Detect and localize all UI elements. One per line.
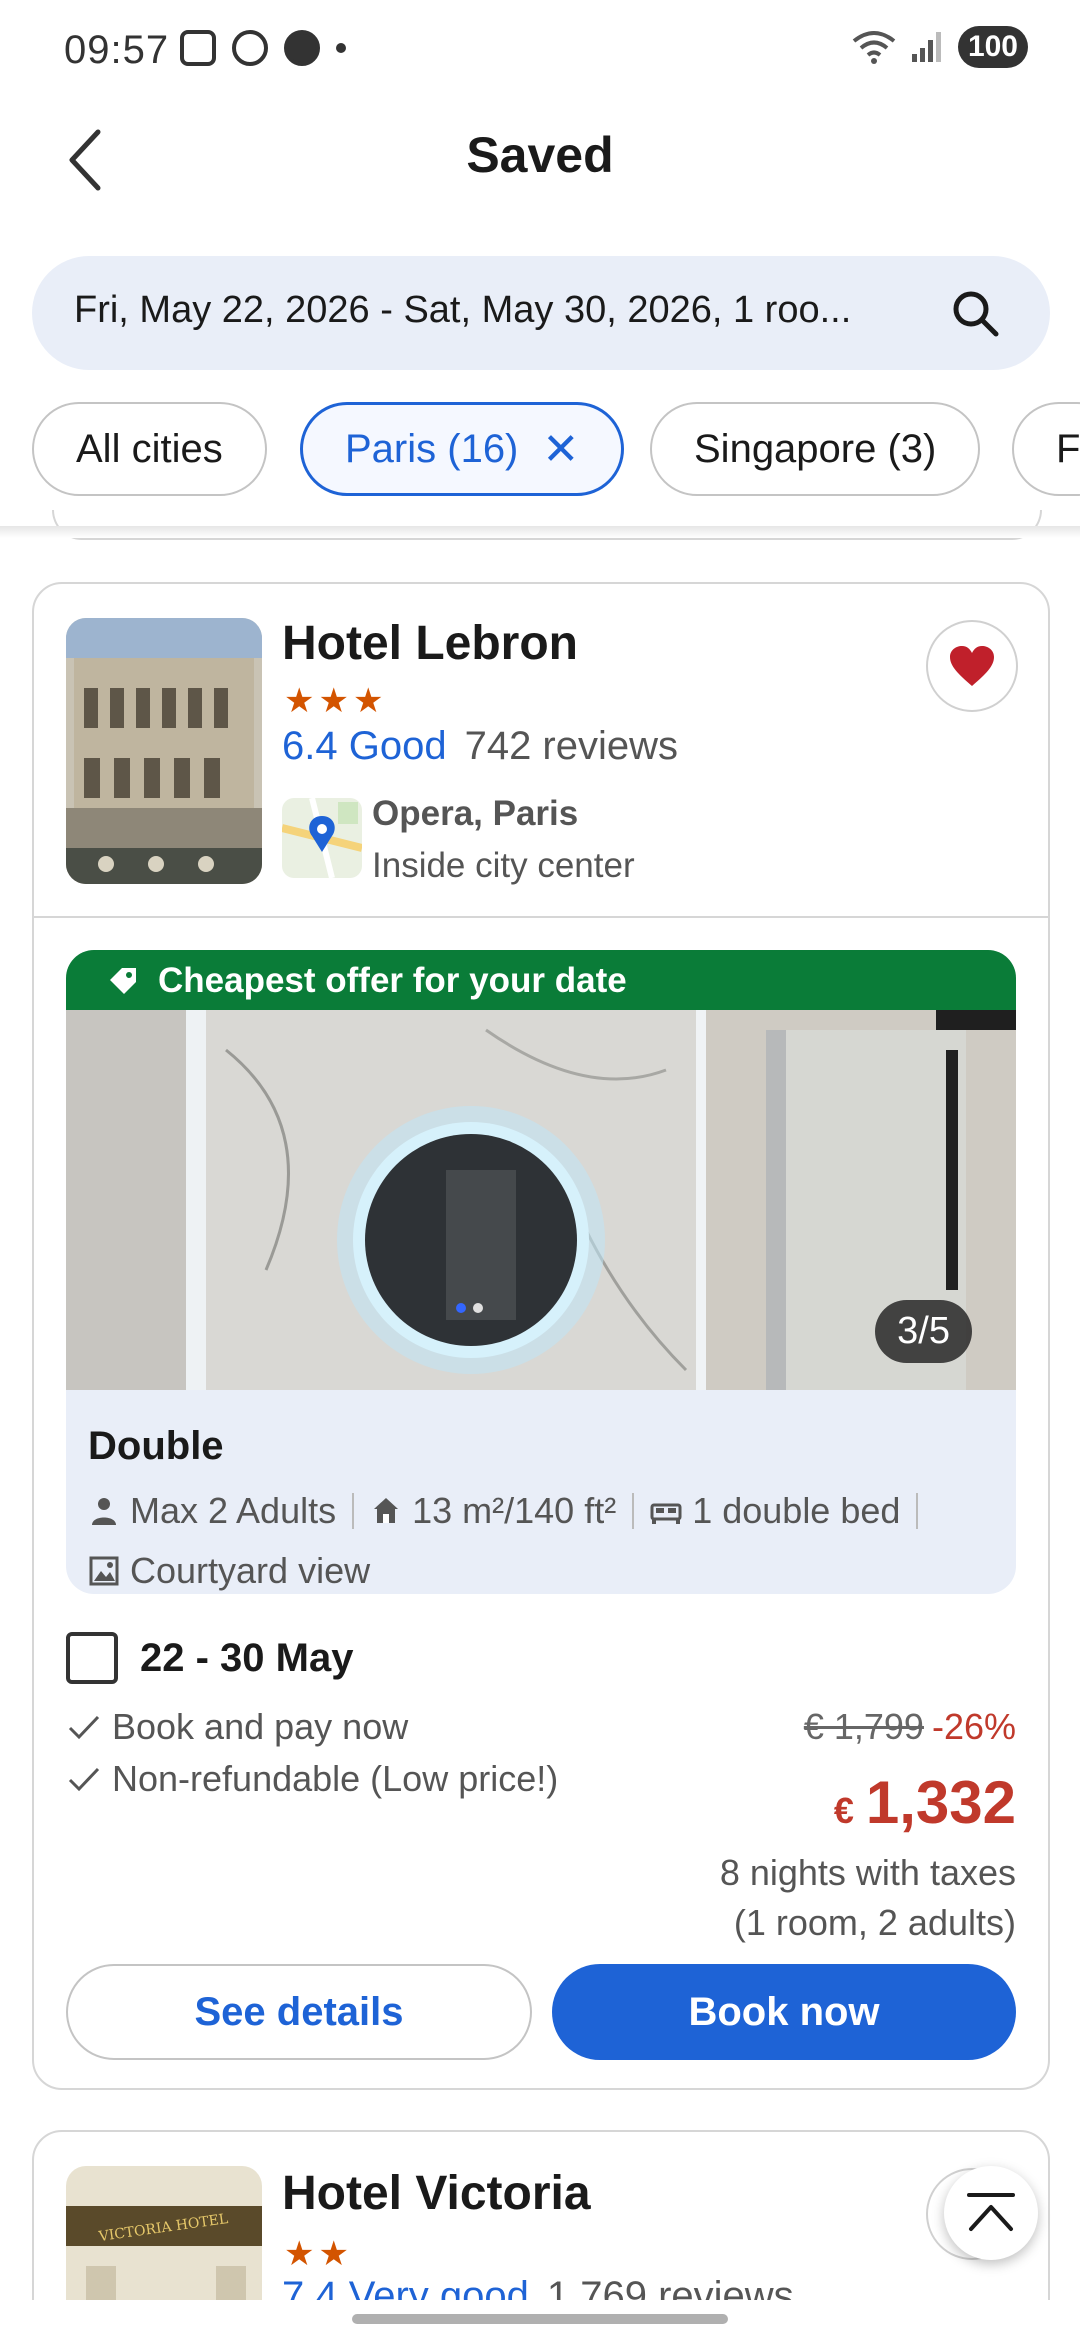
amenity-label: Max 2 Adults [130, 1490, 337, 1531]
room-photo[interactable]: 3/5 [66, 1010, 1016, 1390]
original-price-line: € 1,799 -26% [804, 1706, 1016, 1748]
search-bar[interactable]: Fri, May 22, 2026 - Sat, May 30, 2026, 1… [32, 256, 1050, 370]
dot-icon [336, 43, 346, 53]
amenity-label: 13 m²/140 ft² [412, 1490, 617, 1531]
star-icon: ★ [284, 2235, 315, 2273]
amenity-label: 1 double bed [692, 1490, 901, 1531]
notification-icons [180, 30, 346, 66]
hotel-star-rating: ★ ★ [284, 2234, 349, 2274]
policy-pay-now: Book and pay now [66, 1706, 408, 1748]
chip-paris[interactable]: Paris (16) ✕ [300, 402, 625, 496]
price-note-nights: 8 nights with taxes [719, 1852, 1016, 1893]
chip-all-cities[interactable]: All cities [32, 402, 267, 496]
price-note-occupancy: (1 room, 2 adults) [733, 1902, 1016, 1943]
star-icon: ★ [318, 2235, 349, 2273]
amenity-view: Courtyard view [88, 1550, 370, 1592]
photo-counter: 3/5 [875, 1300, 972, 1363]
close-icon[interactable]: ✕ [542, 424, 579, 475]
card-divider [34, 916, 1048, 918]
checkmark-icon [68, 1715, 100, 1740]
assistant-icon [232, 30, 268, 66]
discount-badge: -26% [931, 1706, 1016, 1747]
signal-icon [911, 32, 941, 62]
currency-symbol: € [833, 1790, 854, 1831]
star-icon: ★ [352, 682, 384, 720]
tag-icon [110, 968, 136, 994]
map-thumbnail[interactable] [282, 798, 362, 878]
bed-icon [650, 1503, 682, 1524]
hotel-card[interactable]: Hotel Lebron ★ ★ ★ 6.4 Good 742 reviews O… [32, 582, 1050, 2090]
status-bar: 09:57 100 [0, 0, 1080, 100]
amenity-area: 13 m²/140 ft² [370, 1490, 616, 1532]
room-info-panel: Double Max 2 Adults 13 m²/140 ft² 1 doub… [66, 1390, 1016, 1594]
see-details-button[interactable]: See details [66, 1964, 532, 2060]
amenity-separator [916, 1493, 919, 1529]
status-time: 09:57 [64, 28, 170, 72]
star-icon: ★ [284, 682, 315, 720]
policy-label: Non-refundable (Low price!) [112, 1758, 559, 1799]
area-icon [374, 1498, 399, 1523]
star-icon: ★ [318, 682, 349, 720]
chip-label: Paris (16) [345, 426, 519, 471]
system-icons: 100 [852, 26, 1028, 68]
chip-label: Singapore (3) [694, 426, 937, 471]
current-price: €1,332 [834, 1768, 1016, 1837]
app-header: Saved [0, 110, 1080, 210]
scroll-to-top-button[interactable] [944, 2166, 1038, 2260]
book-now-button[interactable]: Book now [552, 1964, 1016, 2060]
battery-indicator: 100 [957, 26, 1028, 68]
chip-label: All cities [76, 426, 223, 471]
heart-icon [950, 646, 994, 686]
date-checkbox[interactable] [66, 1632, 118, 1684]
original-price: € 1,799 [803, 1706, 924, 1747]
amenity-bed: 1 double bed [650, 1490, 900, 1532]
view-label: Courtyard view [130, 1550, 371, 1591]
search-icon[interactable] [950, 288, 1000, 338]
check-circle-icon [284, 30, 320, 66]
amenity-separator [632, 1493, 635, 1529]
room-type: Double [88, 1424, 224, 1468]
banner-text: Cheapest offer for your date [158, 961, 627, 1000]
room-amenities: Max 2 Adults 13 m²/140 ft² 1 double bed [88, 1490, 934, 1532]
rating-score: 6.4 Good [282, 724, 447, 768]
person-icon [92, 1498, 116, 1525]
header-shadow [0, 526, 1080, 538]
checkmark-icon [68, 1767, 100, 1792]
scroll-up-icon [967, 2193, 1015, 2231]
page-title: Saved [466, 127, 614, 183]
wifi-icon [852, 31, 896, 64]
search-summary-text: Fri, May 22, 2026 - Sat, May 30, 2026, 1… [74, 289, 852, 331]
location-name: Opera, Paris [372, 794, 579, 833]
view-icon [89, 1556, 119, 1586]
home-indicator[interactable] [352, 2314, 728, 2324]
chip-singapore[interactable]: Singapore (3) [650, 402, 981, 496]
hotel-thumbnail[interactable] [66, 618, 262, 884]
city-filter-chips: All cities Paris (16) ✕ Singapore (3) F [0, 402, 1080, 498]
cheapest-offer-banner: Cheapest offer for your date [66, 950, 1016, 1012]
policy-refund: Non-refundable (Low price!) [66, 1758, 558, 1800]
amenity-occupancy: Max 2 Adults [88, 1490, 336, 1532]
review-summary: 6.4 Good 742 reviews [282, 724, 678, 769]
screenshot-icon [180, 30, 216, 66]
review-count: 742 reviews [464, 724, 679, 768]
location-description: Inside city center [372, 846, 635, 885]
hotel-name[interactable]: Hotel Lebron [282, 616, 578, 671]
hotel-name[interactable]: Hotel Victoria [282, 2166, 591, 2221]
stay-dates: 22 - 30 May [140, 1636, 354, 1680]
chip-next-city[interactable]: F [1012, 402, 1080, 496]
favorite-button[interactable] [926, 620, 1018, 712]
chip-label: F [1056, 426, 1080, 471]
policy-label: Book and pay now [112, 1706, 409, 1747]
amenity-separator [352, 1493, 355, 1529]
hotel-star-rating: ★ ★ ★ [284, 684, 383, 718]
price-amount: 1,332 [865, 1769, 1016, 1836]
